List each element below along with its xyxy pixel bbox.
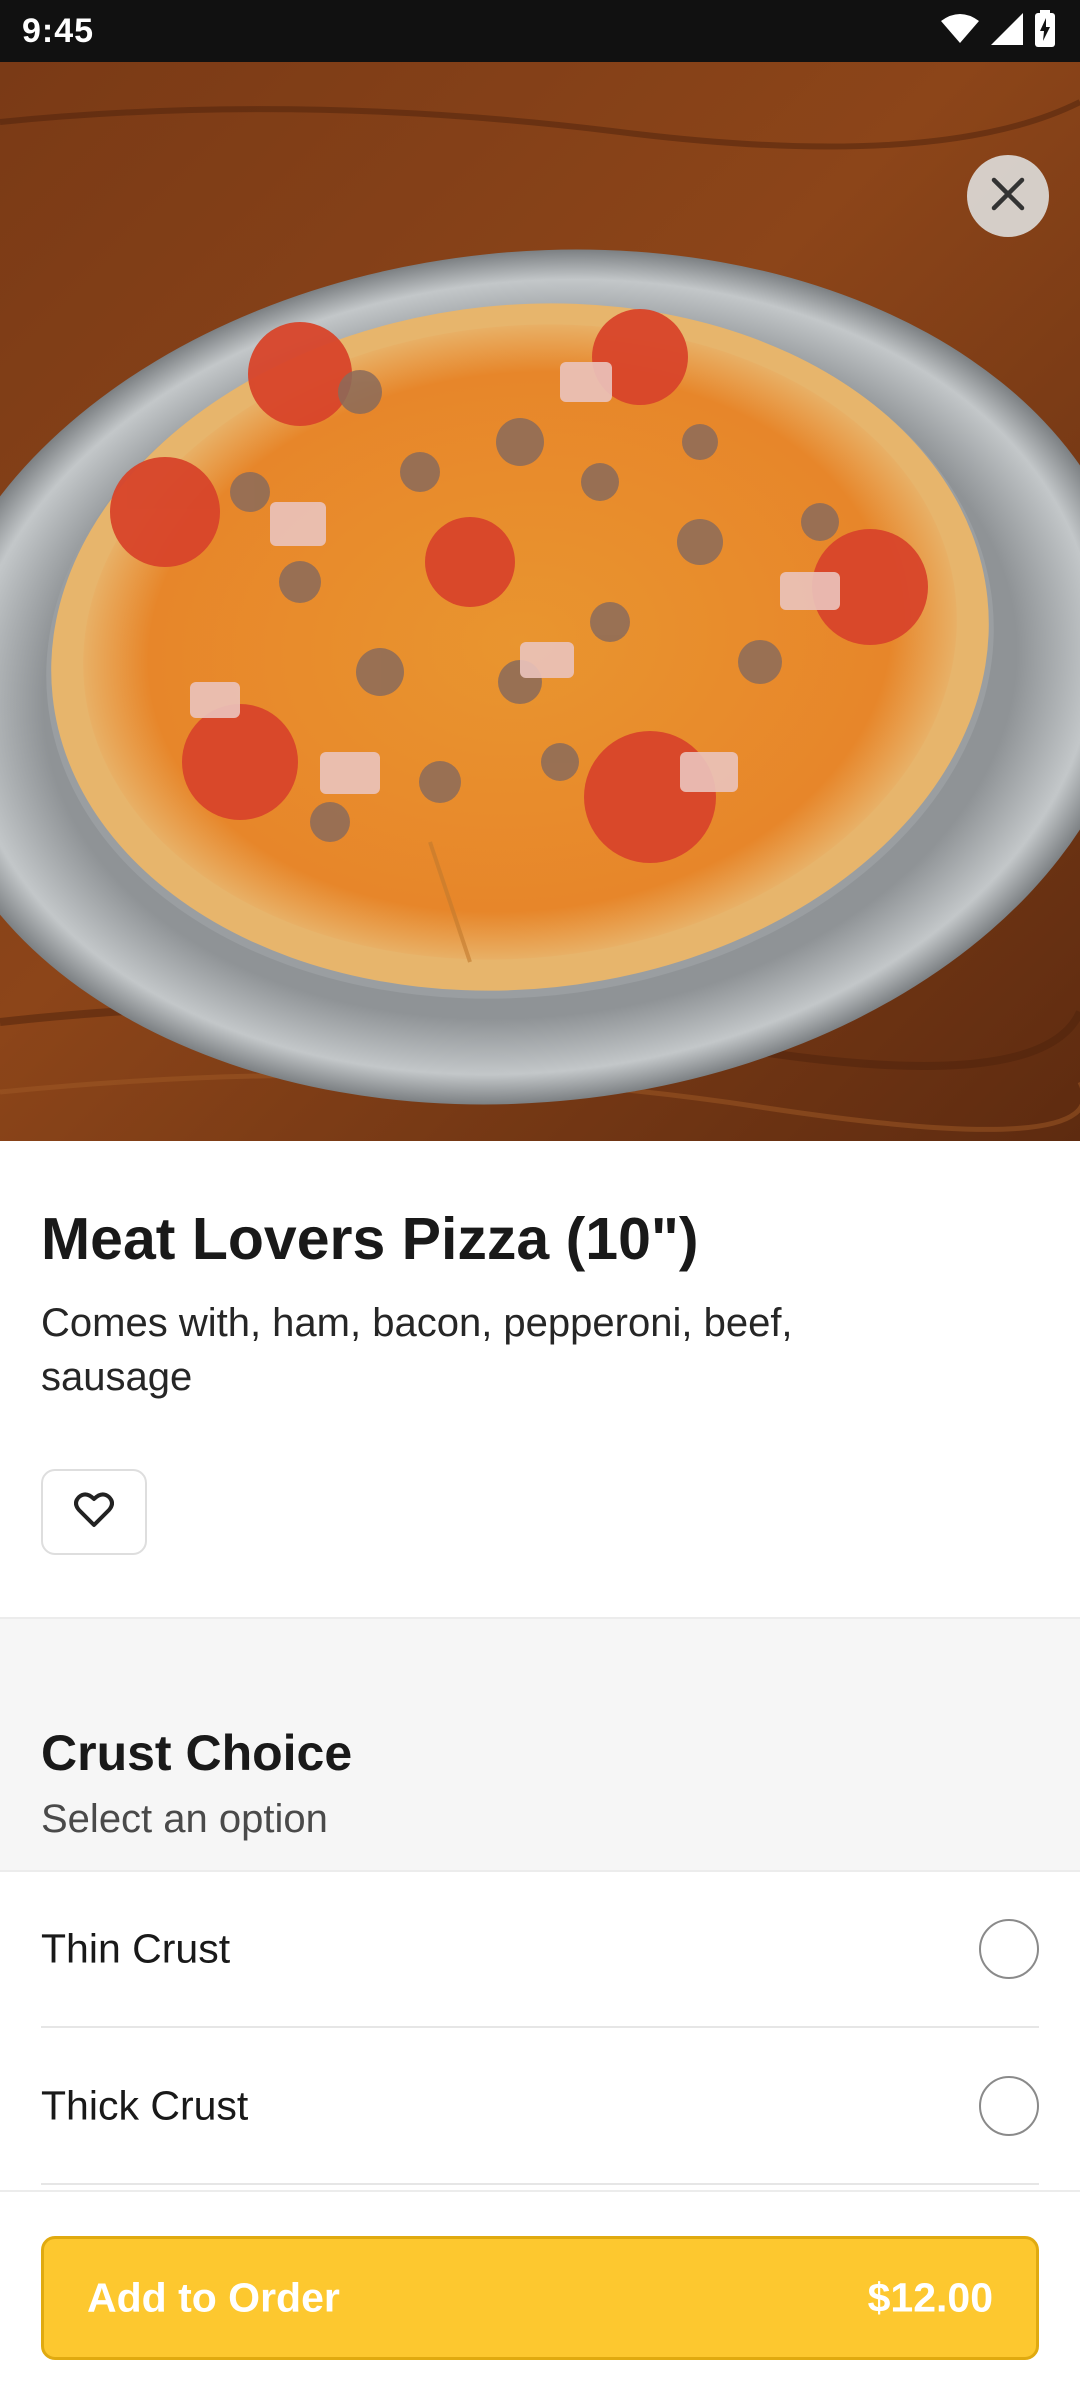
status-icons <box>940 9 1056 53</box>
close-button[interactable] <box>967 155 1049 237</box>
option-thick-crust[interactable]: Thick Crust <box>41 2029 1039 2185</box>
crust-choice-header: Crust Choice Select an option <box>0 1617 1080 1872</box>
item-title: Meat Lovers Pizza (10") <box>41 1206 699 1272</box>
pizza-photo <box>0 62 1080 1141</box>
section-subtitle: Select an option <box>41 1797 328 1841</box>
add-to-order-button[interactable]: Add to Order $12.00 <box>41 2236 1039 2360</box>
status-time: 9:45 <box>22 12 95 50</box>
battery-charging-icon <box>1034 9 1056 53</box>
item-detail-screen: 9:45 Meat Lovers Pizza (10") Comes with,… <box>0 0 1080 2400</box>
close-icon <box>990 176 1026 217</box>
order-price: $12.00 <box>867 2274 993 2321</box>
item-description: Comes with, ham, bacon, pepperoni, beef,… <box>41 1301 793 1399</box>
wifi-icon <box>940 13 980 50</box>
status-bar: 9:45 <box>0 0 1080 62</box>
bottom-bar: Add to Order $12.00 <box>0 2190 1080 2400</box>
heart-outline-icon <box>74 1491 114 1533</box>
radio-button[interactable] <box>979 2076 1039 2136</box>
option-thin-crust[interactable]: Thin Crust <box>41 1872 1039 2028</box>
favorite-button[interactable] <box>41 1469 147 1555</box>
signal-icon <box>990 12 1024 51</box>
radio-button[interactable] <box>979 1919 1039 1979</box>
option-label: Thin Crust <box>41 1925 231 1972</box>
section-title: Crust Choice <box>41 1725 353 1781</box>
add-to-order-label: Add to Order <box>87 2274 340 2321</box>
option-label: Thick Crust <box>41 2082 249 2129</box>
